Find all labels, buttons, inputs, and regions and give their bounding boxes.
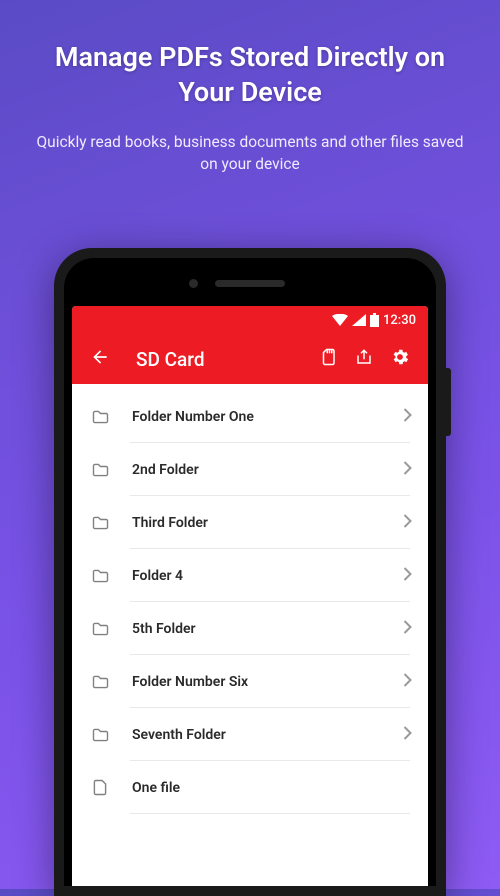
chevron-right-icon bbox=[403, 672, 412, 691]
list-item-label: One file bbox=[132, 780, 412, 796]
list-item-label: Folder Number One bbox=[132, 409, 403, 425]
chevron-right-icon bbox=[403, 566, 412, 585]
chevron-right-icon bbox=[403, 460, 412, 479]
folder-list: Folder Number One 2nd Folder bbox=[72, 384, 428, 814]
list-item-label: 5th Folder bbox=[132, 621, 403, 637]
marketing-subhead: Quickly read books, business documents a… bbox=[0, 110, 500, 175]
arrow-left-icon bbox=[90, 347, 110, 371]
list-item[interactable]: Folder 4 bbox=[72, 549, 428, 602]
phone-frame: 12:30 SD Card bbox=[54, 248, 446, 896]
status-time: 12:30 bbox=[383, 313, 416, 328]
wifi-icon bbox=[332, 314, 348, 326]
export-button[interactable] bbox=[346, 341, 382, 377]
share-icon bbox=[355, 348, 373, 370]
list-item[interactable]: Folder Number Six bbox=[72, 655, 428, 708]
chevron-right-icon bbox=[403, 619, 412, 638]
file-icon bbox=[90, 779, 110, 796]
list-item-label: 2nd Folder bbox=[132, 462, 403, 478]
sdcard-icon bbox=[319, 348, 337, 370]
list-item[interactable]: 5th Folder bbox=[72, 602, 428, 655]
folder-icon bbox=[90, 675, 110, 689]
cellular-icon bbox=[352, 314, 366, 326]
chevron-right-icon bbox=[403, 725, 412, 744]
folder-icon bbox=[90, 569, 110, 583]
battery-icon bbox=[370, 313, 379, 327]
settings-button[interactable] bbox=[382, 341, 418, 377]
sdcard-button[interactable] bbox=[310, 341, 346, 377]
list-item[interactable]: One file bbox=[72, 761, 428, 814]
folder-icon bbox=[90, 728, 110, 742]
list-item-label: Folder 4 bbox=[132, 568, 403, 584]
marketing-headline: Manage PDFs Stored Directly on Your Devi… bbox=[0, 0, 500, 110]
list-item-label: Folder Number Six bbox=[132, 674, 403, 690]
back-button[interactable] bbox=[82, 341, 118, 377]
list-item[interactable]: Third Folder bbox=[72, 496, 428, 549]
list-item[interactable]: Folder Number One bbox=[72, 390, 428, 443]
phone-earpiece bbox=[215, 280, 285, 287]
chevron-right-icon bbox=[403, 407, 412, 426]
app-screen: 12:30 SD Card bbox=[72, 306, 428, 886]
phone-side-button bbox=[446, 368, 451, 436]
list-item[interactable]: Seventh Folder bbox=[72, 708, 428, 761]
list-item[interactable]: 2nd Folder bbox=[72, 443, 428, 496]
list-item-label: Seventh Folder bbox=[132, 727, 403, 743]
list-item-label: Third Folder bbox=[132, 515, 403, 531]
status-bar: 12:30 bbox=[72, 306, 428, 334]
folder-icon bbox=[90, 516, 110, 530]
folder-icon bbox=[90, 410, 110, 424]
folder-icon bbox=[90, 622, 110, 636]
chevron-right-icon bbox=[403, 513, 412, 532]
appbar-title: SD Card bbox=[136, 348, 310, 371]
folder-icon bbox=[90, 463, 110, 477]
app-bar: SD Card bbox=[72, 334, 428, 384]
gear-icon bbox=[390, 347, 410, 371]
